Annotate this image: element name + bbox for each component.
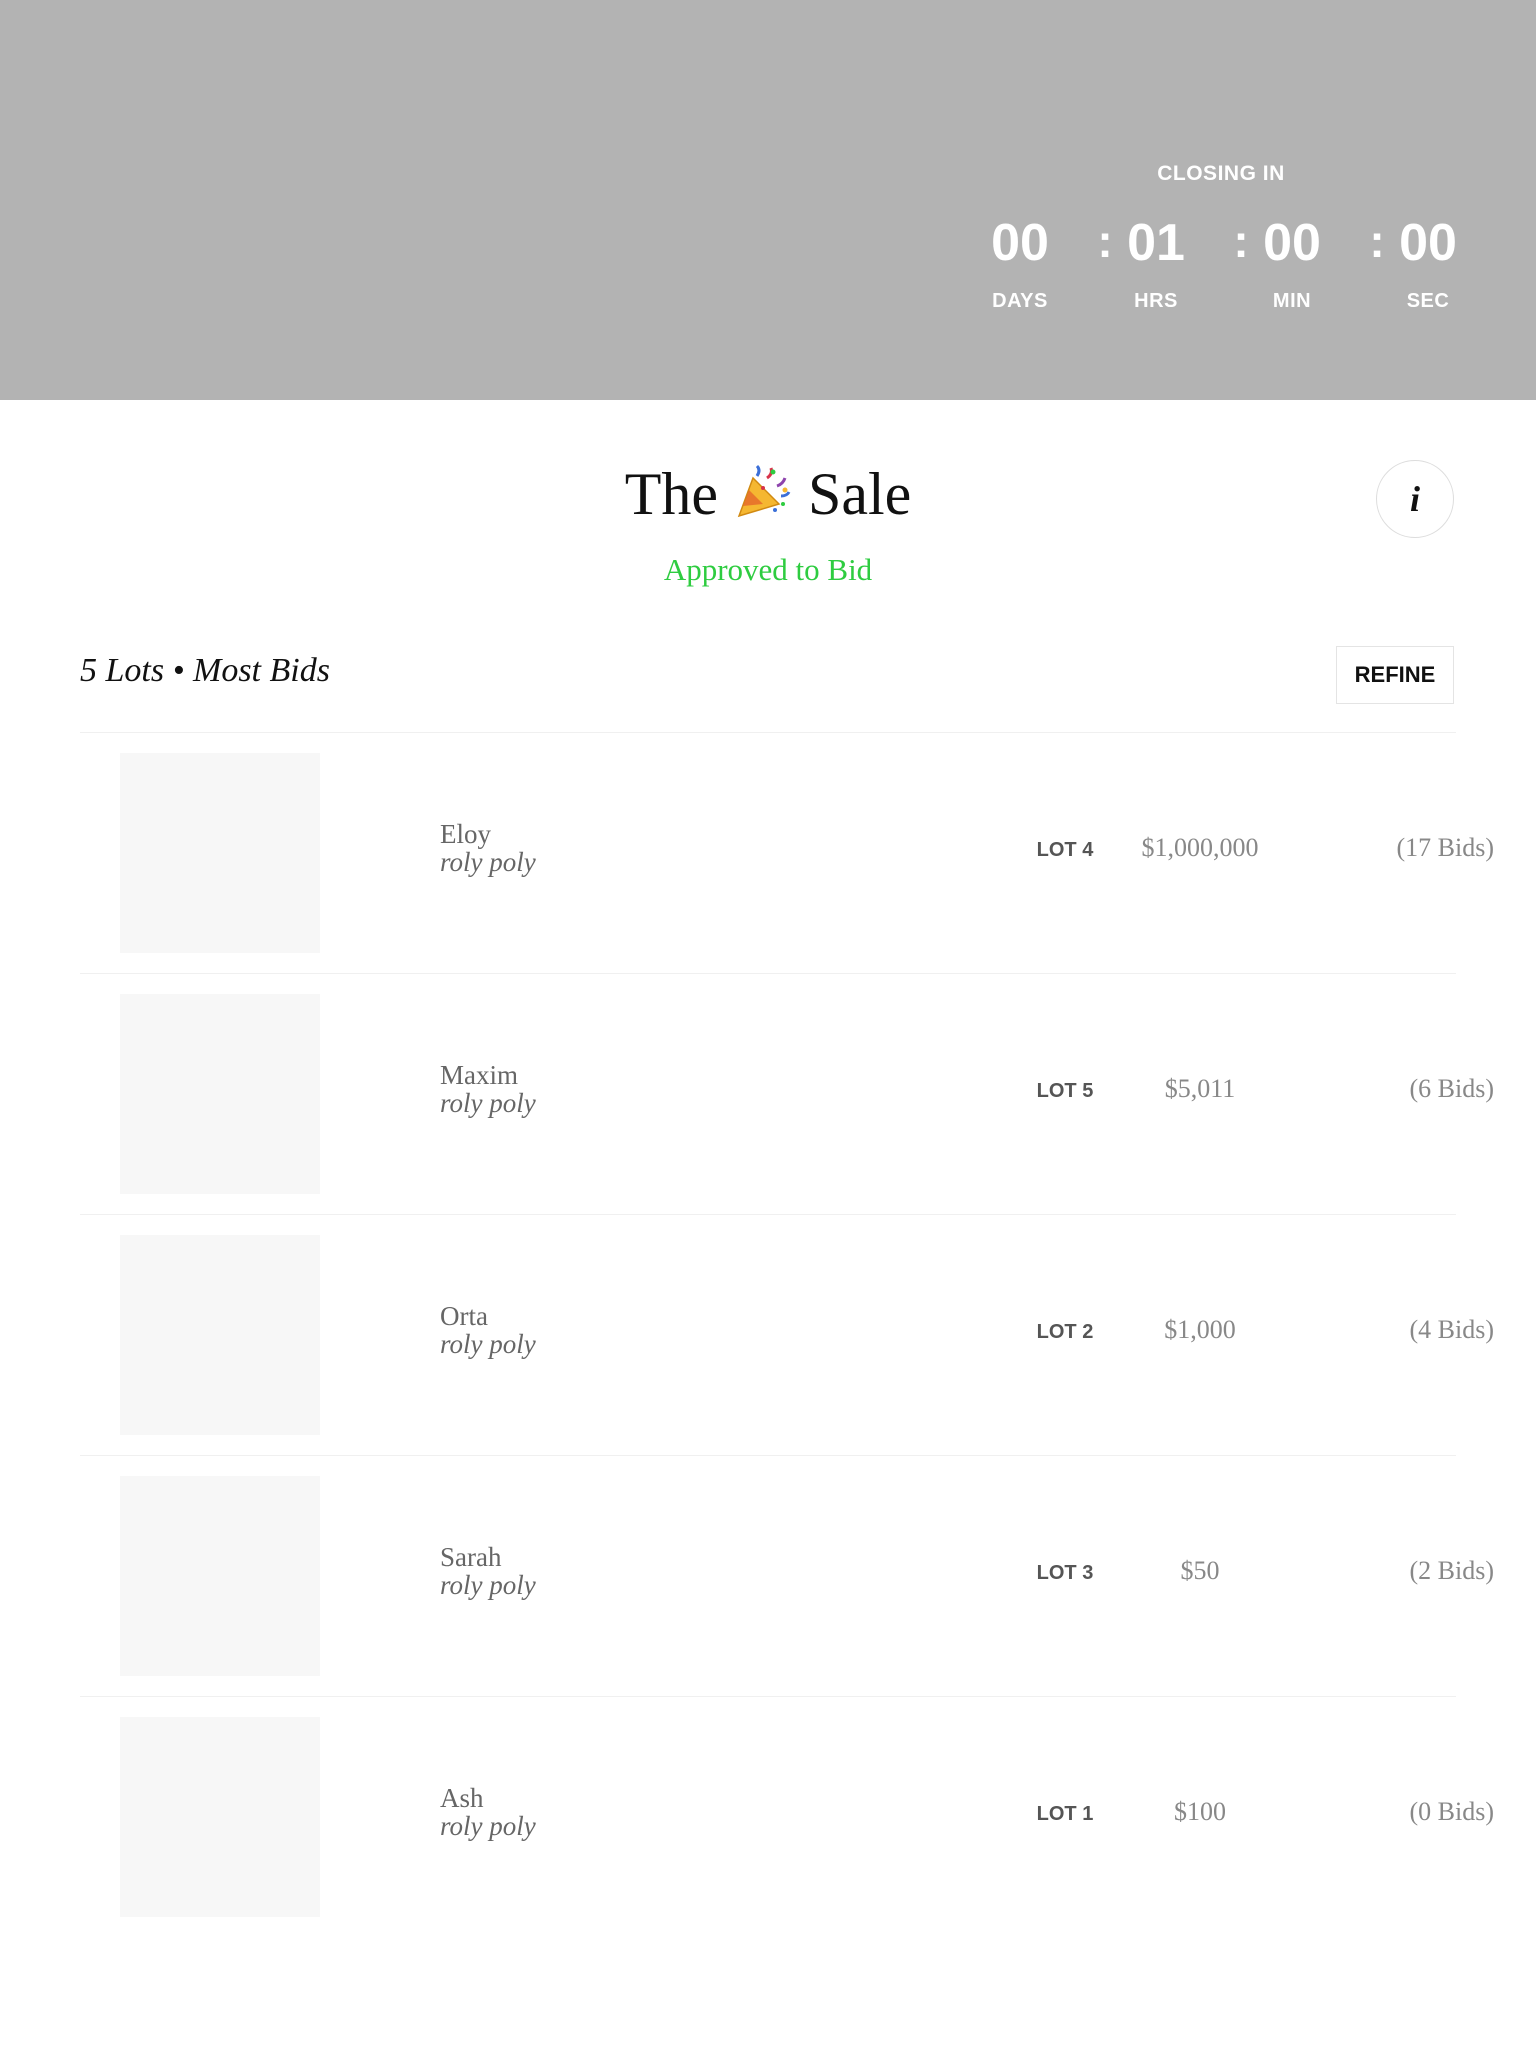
- lot-number: LOT 5: [1036, 1080, 1094, 1102]
- lot-row[interactable]: Ash roly poly LOT 1 $100 (0 Bids): [80, 1696, 1494, 1937]
- lot-price: $1,000,000: [1141, 833, 1259, 862]
- page-title-start: The: [624, 461, 718, 527]
- lot-row[interactable]: Orta roly poly LOT 2 $1,000 (4 Bids): [80, 1214, 1494, 1455]
- countdown-minutes: 00: [1263, 214, 1321, 272]
- lot-row[interactable]: Maxim roly poly LOT 5 $5,011 (6 Bids): [80, 973, 1494, 1214]
- lots-summary: 5 Lots • Most Bids: [80, 652, 330, 689]
- lot-price: $50: [1180, 1556, 1220, 1585]
- countdown-digits: 00 : 01 : 00 : 00: [970, 208, 1480, 278]
- lot-title: roly poly: [440, 1570, 536, 1600]
- lot-list: Eloy roly poly LOT 4 $1,000,000 (17 Bids…: [80, 732, 1494, 1937]
- lot-bid-count: (2 Bids): [1409, 1556, 1495, 1585]
- countdown-title: CLOSING IN: [1157, 162, 1285, 185]
- countdown-minutes-label: MIN: [1272, 290, 1312, 312]
- bid-approval-status: Approved to Bid: [663, 552, 873, 587]
- lot-number: LOT 4: [1036, 839, 1094, 861]
- countdown-days-label: DAYS: [992, 290, 1048, 312]
- lot-image[interactable]: [120, 1235, 320, 1435]
- page-title-end: Sale: [807, 461, 912, 527]
- lot-title: roly poly: [440, 1811, 536, 1841]
- lot-title: roly poly: [440, 847, 536, 877]
- lot-title: roly poly: [440, 1088, 536, 1118]
- lot-image[interactable]: [120, 994, 320, 1194]
- lot-price: $5,011: [1164, 1074, 1236, 1103]
- refine-button[interactable]: REFINE: [1336, 646, 1454, 704]
- info-icon: i: [1409, 479, 1420, 519]
- lot-bid-count: (6 Bids): [1409, 1074, 1495, 1103]
- lot-artist: Sarah: [440, 1542, 502, 1572]
- countdown-days: 00: [991, 214, 1049, 272]
- countdown-seconds: 00: [1399, 214, 1457, 272]
- lot-price: $1,000: [1164, 1315, 1236, 1344]
- lot-row[interactable]: Eloy roly poly LOT 4 $1,000,000 (17 Bids…: [80, 732, 1494, 973]
- lot-artist: Ash: [440, 1783, 484, 1813]
- lot-number: LOT 1: [1036, 1803, 1094, 1825]
- lot-bid-count: (17 Bids): [1396, 833, 1495, 862]
- lot-artist: Maxim: [440, 1060, 518, 1090]
- countdown-seconds-label: SEC: [1406, 290, 1450, 312]
- lot-artist: Orta: [440, 1301, 488, 1331]
- info-button[interactable]: i: [1376, 460, 1454, 538]
- lot-bid-count: (4 Bids): [1409, 1315, 1495, 1344]
- lot-bid-count: (0 Bids): [1409, 1797, 1495, 1826]
- lot-price: $100: [1174, 1797, 1226, 1826]
- lot-image[interactable]: [120, 753, 320, 953]
- lot-number: LOT 2: [1036, 1321, 1094, 1343]
- header-banner: CLOSING IN 00 : 01 : 00 : 00 DAYS HRS MI…: [0, 0, 1536, 400]
- lot-image[interactable]: [120, 1717, 320, 1917]
- lot-number: LOT 3: [1036, 1562, 1094, 1584]
- countdown-hours: 01: [1127, 214, 1185, 272]
- countdown-hours-label: HRS: [1134, 290, 1178, 312]
- lot-artist: Eloy: [440, 819, 491, 849]
- page-title: The Sale: [0, 458, 1536, 530]
- lot-row[interactable]: Sarah roly poly LOT 3 $50 (2 Bids): [80, 1455, 1494, 1696]
- lot-title: roly poly: [440, 1329, 536, 1359]
- lot-image[interactable]: [120, 1476, 320, 1676]
- party-popper-icon: [733, 464, 793, 520]
